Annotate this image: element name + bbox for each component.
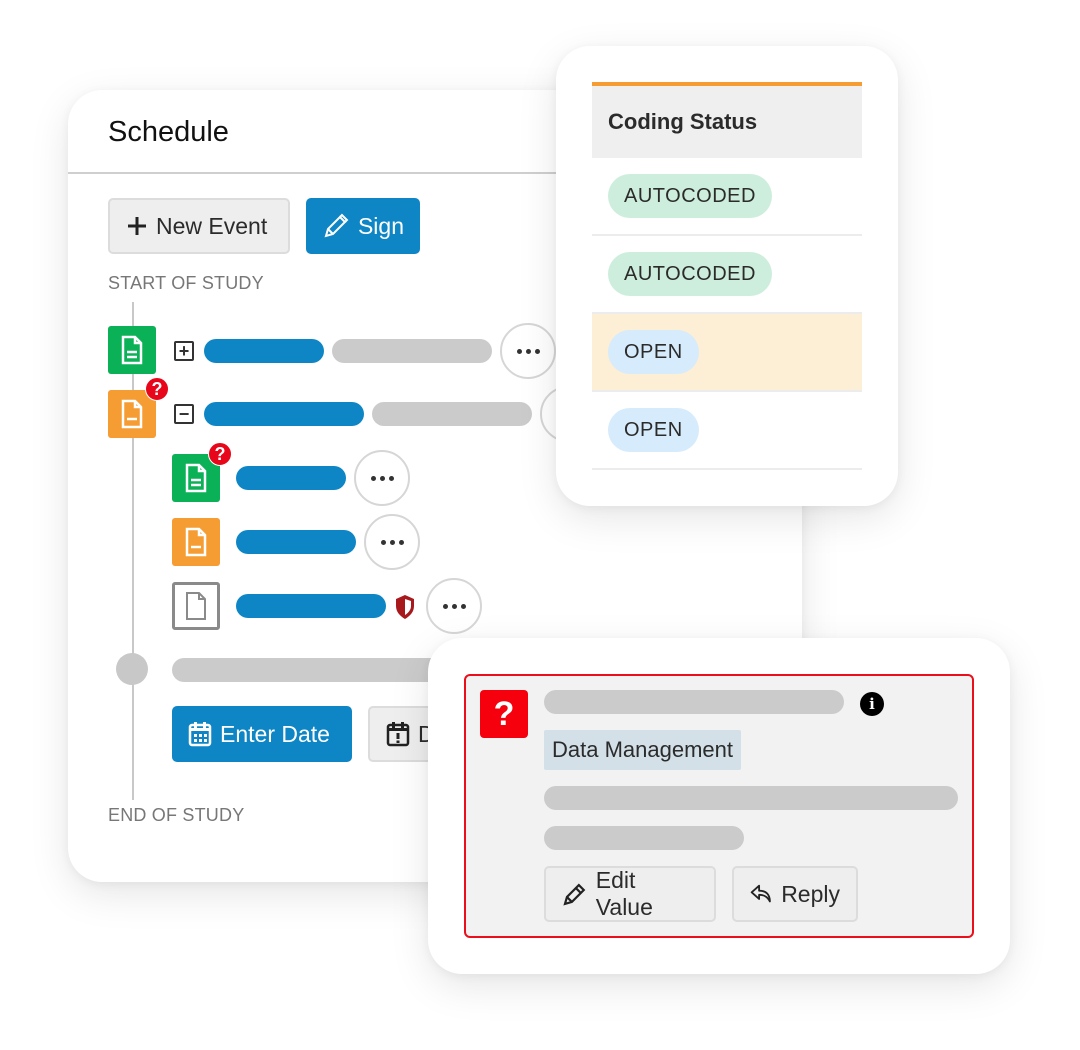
more-options-button[interactable] xyxy=(354,450,410,506)
status-badge: AUTOCODED xyxy=(608,174,772,218)
pencil-icon xyxy=(563,883,586,906)
end-of-study-label: END OF STUDY xyxy=(108,805,245,825)
table-row-highlighted[interactable]: OPEN xyxy=(592,314,862,392)
form-status-icon-not-started[interactable] xyxy=(172,582,220,630)
more-options-button[interactable] xyxy=(426,578,482,634)
query-role-tag: Data Management xyxy=(544,730,741,770)
status-badge: OPEN xyxy=(608,330,699,374)
document-icon xyxy=(185,463,207,493)
edit-value-button[interactable]: Edit Value xyxy=(544,866,716,922)
schedule-title: Schedule xyxy=(108,116,229,148)
query-text-placeholder xyxy=(544,826,744,850)
event-date-placeholder xyxy=(332,339,492,363)
pen-icon xyxy=(324,213,349,238)
table-row[interactable]: OPEN xyxy=(592,392,862,470)
query-item: ? i Data Management Edit Value Reply xyxy=(464,674,974,938)
query-question-icon: ? xyxy=(480,690,528,738)
more-options-button[interactable] xyxy=(364,514,420,570)
calendar-icon xyxy=(188,722,212,747)
sign-button[interactable]: Sign xyxy=(306,198,420,254)
status-badge: OPEN xyxy=(608,408,699,452)
form-name-placeholder[interactable] xyxy=(236,594,386,618)
reply-button[interactable]: Reply xyxy=(732,866,858,922)
start-of-study-label: START OF STUDY xyxy=(108,273,264,293)
document-icon xyxy=(121,399,143,429)
sign-label: Sign xyxy=(357,212,404,239)
table-row[interactable]: AUTOCODED xyxy=(592,236,862,314)
enter-date-label: Enter Date xyxy=(220,720,330,747)
document-icon xyxy=(121,335,143,365)
status-badge: AUTOCODED xyxy=(608,252,772,296)
event-status-icon-complete[interactable] xyxy=(108,326,156,374)
form-name-placeholder[interactable] xyxy=(236,466,346,490)
query-text-placeholder xyxy=(544,786,958,810)
event-name-placeholder[interactable] xyxy=(204,402,364,426)
enter-date-button[interactable]: Enter Date xyxy=(172,706,352,762)
table-row[interactable]: AUTOCODED xyxy=(592,158,862,236)
event-name-placeholder xyxy=(172,658,472,682)
timeline-dot xyxy=(116,653,148,685)
event-date-placeholder xyxy=(372,402,532,426)
expand-toggle[interactable]: + xyxy=(174,341,194,361)
timeline-line xyxy=(132,302,134,800)
collapse-toggle[interactable]: − xyxy=(174,404,194,424)
form-status-icon-incomplete[interactable] xyxy=(172,518,220,566)
coding-status-header: Coding Status xyxy=(592,82,862,158)
shield-icon xyxy=(396,595,414,619)
plus-icon xyxy=(128,217,146,235)
coding-status-panel: Coding Status AUTOCODED AUTOCODED OPEN O… xyxy=(556,46,898,506)
edit-value-label: Edit Value xyxy=(595,867,653,920)
reply-label: Reply xyxy=(781,880,840,907)
event-name-placeholder[interactable] xyxy=(204,339,324,363)
coding-status-table: Coding Status AUTOCODED AUTOCODED OPEN O… xyxy=(592,82,862,470)
new-event-button[interactable]: New Event xyxy=(108,198,290,254)
query-title-placeholder xyxy=(544,690,844,714)
new-event-label: New Event xyxy=(156,212,268,239)
query-panel: ? i Data Management Edit Value Reply xyxy=(428,638,1010,974)
info-icon[interactable]: i xyxy=(860,692,884,716)
document-icon xyxy=(186,592,206,620)
form-name-placeholder[interactable] xyxy=(236,530,356,554)
query-badge-icon: ? xyxy=(145,377,169,401)
reply-icon xyxy=(750,884,771,903)
more-options-button[interactable] xyxy=(500,323,556,379)
query-badge-icon: ? xyxy=(208,442,232,466)
calendar-alert-icon xyxy=(386,722,410,747)
document-icon xyxy=(185,527,207,557)
